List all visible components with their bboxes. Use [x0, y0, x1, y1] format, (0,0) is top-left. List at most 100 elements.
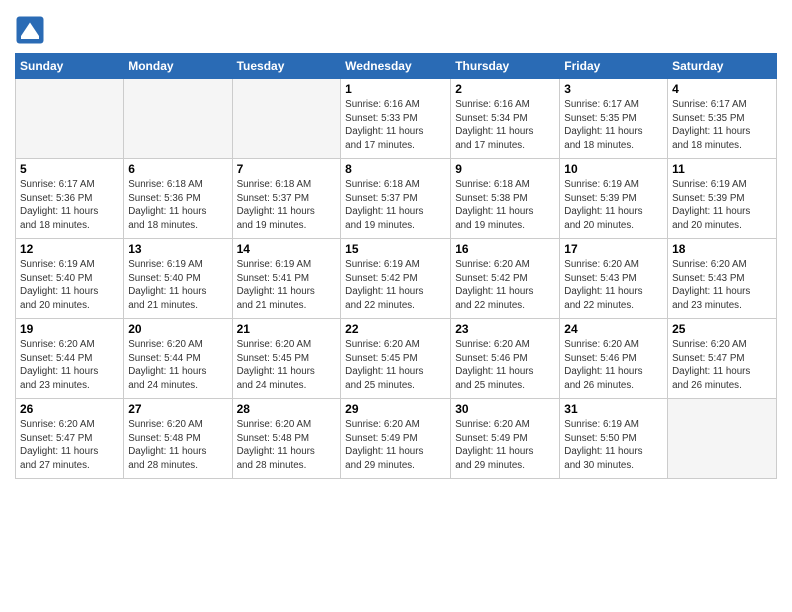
day-number: 22 — [345, 322, 446, 336]
day-number: 13 — [128, 242, 227, 256]
calendar-cell: 17 Sunrise: 6:20 AM Sunset: 5:43 PM Dayli… — [560, 239, 668, 319]
calendar-cell: 7 Sunrise: 6:18 AM Sunset: 5:37 PM Daylig… — [232, 159, 341, 239]
day-info: Sunrise: 6:20 AM Sunset: 5:44 PM Dayligh… — [128, 338, 227, 393]
weekday-header-wednesday: Wednesday — [341, 54, 451, 79]
day-info: Sunrise: 6:18 AM Sunset: 5:37 PM Dayligh… — [237, 178, 337, 233]
calendar-cell: 8 Sunrise: 6:18 AM Sunset: 5:37 PM Daylig… — [341, 159, 451, 239]
day-number: 6 — [128, 162, 227, 176]
calendar-cell: 23Sunrise: 6:20 AM Sunset: 5:46 PM Dayli… — [451, 319, 560, 399]
calendar-cell: 10Sunrise: 6:19 AM Sunset: 5:39 PM Dayli… — [560, 159, 668, 239]
week-row-3: 12 Sunrise: 6:19 AM Sunset: 5:40 PM Dayli… — [16, 239, 777, 319]
day-number: 28 — [237, 402, 337, 416]
calendar-cell — [668, 399, 777, 479]
calendar-cell: 4 Sunrise: 6:17 AM Sunset: 5:35 PM Daylig… — [668, 79, 777, 159]
weekday-header-row: SundayMondayTuesdayWednesdayThursdayFrid… — [16, 54, 777, 79]
day-info: Sunrise: 6:20 AM Sunset: 5:48 PM Dayligh… — [128, 418, 227, 473]
weekday-header-thursday: Thursday — [451, 54, 560, 79]
day-number: 11 — [672, 162, 772, 176]
calendar-cell: 31 Sunrise: 6:19 AM Sunset: 5:50 PM Dayli… — [560, 399, 668, 479]
page-container: SundayMondayTuesdayWednesdayThursdayFrid… — [0, 0, 792, 489]
calendar-cell: 12 Sunrise: 6:19 AM Sunset: 5:40 PM Dayli… — [16, 239, 124, 319]
day-info: Sunrise: 6:20 AM Sunset: 5:49 PM Dayligh… — [455, 418, 555, 473]
day-info: Sunrise: 6:17 AM Sunset: 5:35 PM Dayligh… — [564, 98, 663, 153]
weekday-header-saturday: Saturday — [668, 54, 777, 79]
calendar-cell: 15 Sunrise: 6:19 AM Sunset: 5:42 PM Dayli… — [341, 239, 451, 319]
header — [15, 10, 777, 45]
day-number: 30 — [455, 402, 555, 416]
calendar-cell: 27 Sunrise: 6:20 AM Sunset: 5:48 PM Dayli… — [124, 399, 232, 479]
week-row-2: 5 Sunrise: 6:17 AM Sunset: 5:36 PM Daylig… — [16, 159, 777, 239]
calendar-cell: 22Sunrise: 6:20 AM Sunset: 5:45 PM Dayli… — [341, 319, 451, 399]
calendar-cell: 13Sunrise: 6:19 AM Sunset: 5:40 PM Dayli… — [124, 239, 232, 319]
calendar-cell: 20 Sunrise: 6:20 AM Sunset: 5:44 PM Dayli… — [124, 319, 232, 399]
day-number: 14 — [237, 242, 337, 256]
calendar-cell: 5 Sunrise: 6:17 AM Sunset: 5:36 PM Daylig… — [16, 159, 124, 239]
logo — [15, 15, 47, 45]
day-info: Sunrise: 6:20 AM Sunset: 5:44 PM Dayligh… — [20, 338, 119, 393]
day-info: Sunrise: 6:20 AM Sunset: 5:47 PM Dayligh… — [20, 418, 119, 473]
calendar-cell — [232, 79, 341, 159]
calendar-cell: 14 Sunrise: 6:19 AM Sunset: 5:41 PM Dayli… — [232, 239, 341, 319]
calendar-cell: 30 Sunrise: 6:20 AM Sunset: 5:49 PM Dayli… — [451, 399, 560, 479]
day-number: 18 — [672, 242, 772, 256]
calendar-cell: 28 Sunrise: 6:20 AM Sunset: 5:48 PM Dayli… — [232, 399, 341, 479]
day-number: 7 — [237, 162, 337, 176]
logo-icon — [15, 15, 45, 45]
day-info: Sunrise: 6:19 AM Sunset: 5:39 PM Dayligh… — [672, 178, 772, 233]
day-number: 17 — [564, 242, 663, 256]
day-number: 19 — [20, 322, 119, 336]
calendar-cell: 16 Sunrise: 6:20 AM Sunset: 5:42 PM Dayli… — [451, 239, 560, 319]
day-info: Sunrise: 6:18 AM Sunset: 5:38 PM Dayligh… — [455, 178, 555, 233]
day-number: 16 — [455, 242, 555, 256]
day-info: Sunrise: 6:17 AM Sunset: 5:36 PM Dayligh… — [20, 178, 119, 233]
day-number: 15 — [345, 242, 446, 256]
day-info: Sunrise: 6:20 AM Sunset: 5:46 PM Dayligh… — [455, 338, 555, 393]
day-info: Sunrise: 6:20 AM Sunset: 5:43 PM Dayligh… — [564, 258, 663, 313]
day-number: 12 — [20, 242, 119, 256]
day-number: 25 — [672, 322, 772, 336]
weekday-header-sunday: Sunday — [16, 54, 124, 79]
calendar-cell — [124, 79, 232, 159]
day-info: Sunrise: 6:19 AM Sunset: 5:39 PM Dayligh… — [564, 178, 663, 233]
weekday-header-tuesday: Tuesday — [232, 54, 341, 79]
day-info: Sunrise: 6:19 AM Sunset: 5:50 PM Dayligh… — [564, 418, 663, 473]
calendar-cell: 29Sunrise: 6:20 AM Sunset: 5:49 PM Dayli… — [341, 399, 451, 479]
day-info: Sunrise: 6:19 AM Sunset: 5:41 PM Dayligh… — [237, 258, 337, 313]
day-info: Sunrise: 6:16 AM Sunset: 5:34 PM Dayligh… — [455, 98, 555, 153]
day-number: 8 — [345, 162, 446, 176]
day-info: Sunrise: 6:19 AM Sunset: 5:40 PM Dayligh… — [20, 258, 119, 313]
day-info: Sunrise: 6:18 AM Sunset: 5:36 PM Dayligh… — [128, 178, 227, 233]
calendar-table: SundayMondayTuesdayWednesdayThursdayFrid… — [15, 53, 777, 479]
calendar-cell: 24Sunrise: 6:20 AM Sunset: 5:46 PM Dayli… — [560, 319, 668, 399]
calendar-cell: 18Sunrise: 6:20 AM Sunset: 5:43 PM Dayli… — [668, 239, 777, 319]
day-number: 31 — [564, 402, 663, 416]
day-number: 27 — [128, 402, 227, 416]
day-number: 5 — [20, 162, 119, 176]
day-info: Sunrise: 6:17 AM Sunset: 5:35 PM Dayligh… — [672, 98, 772, 153]
calendar-cell: 2Sunrise: 6:16 AM Sunset: 5:34 PM Daylig… — [451, 79, 560, 159]
day-number: 20 — [128, 322, 227, 336]
day-info: Sunrise: 6:16 AM Sunset: 5:33 PM Dayligh… — [345, 98, 446, 153]
day-info: Sunrise: 6:19 AM Sunset: 5:42 PM Dayligh… — [345, 258, 446, 313]
calendar-cell: 19 Sunrise: 6:20 AM Sunset: 5:44 PM Dayli… — [16, 319, 124, 399]
day-info: Sunrise: 6:20 AM Sunset: 5:48 PM Dayligh… — [237, 418, 337, 473]
day-number: 29 — [345, 402, 446, 416]
calendar-cell: 3 Sunrise: 6:17 AM Sunset: 5:35 PM Daylig… — [560, 79, 668, 159]
day-number: 26 — [20, 402, 119, 416]
calendar-cell: 6 Sunrise: 6:18 AM Sunset: 5:36 PM Daylig… — [124, 159, 232, 239]
calendar-cell: 11 Sunrise: 6:19 AM Sunset: 5:39 PM Dayli… — [668, 159, 777, 239]
weekday-header-friday: Friday — [560, 54, 668, 79]
day-info: Sunrise: 6:20 AM Sunset: 5:45 PM Dayligh… — [237, 338, 337, 393]
day-number: 3 — [564, 82, 663, 96]
day-number: 4 — [672, 82, 772, 96]
week-row-1: 1Sunrise: 6:16 AM Sunset: 5:33 PM Daylig… — [16, 79, 777, 159]
day-info: Sunrise: 6:20 AM Sunset: 5:42 PM Dayligh… — [455, 258, 555, 313]
day-info: Sunrise: 6:18 AM Sunset: 5:37 PM Dayligh… — [345, 178, 446, 233]
week-row-4: 19 Sunrise: 6:20 AM Sunset: 5:44 PM Dayli… — [16, 319, 777, 399]
week-row-5: 26 Sunrise: 6:20 AM Sunset: 5:47 PM Dayli… — [16, 399, 777, 479]
day-number: 21 — [237, 322, 337, 336]
day-number: 9 — [455, 162, 555, 176]
calendar-cell: 1Sunrise: 6:16 AM Sunset: 5:33 PM Daylig… — [341, 79, 451, 159]
day-info: Sunrise: 6:20 AM Sunset: 5:46 PM Dayligh… — [564, 338, 663, 393]
day-info: Sunrise: 6:20 AM Sunset: 5:47 PM Dayligh… — [672, 338, 772, 393]
